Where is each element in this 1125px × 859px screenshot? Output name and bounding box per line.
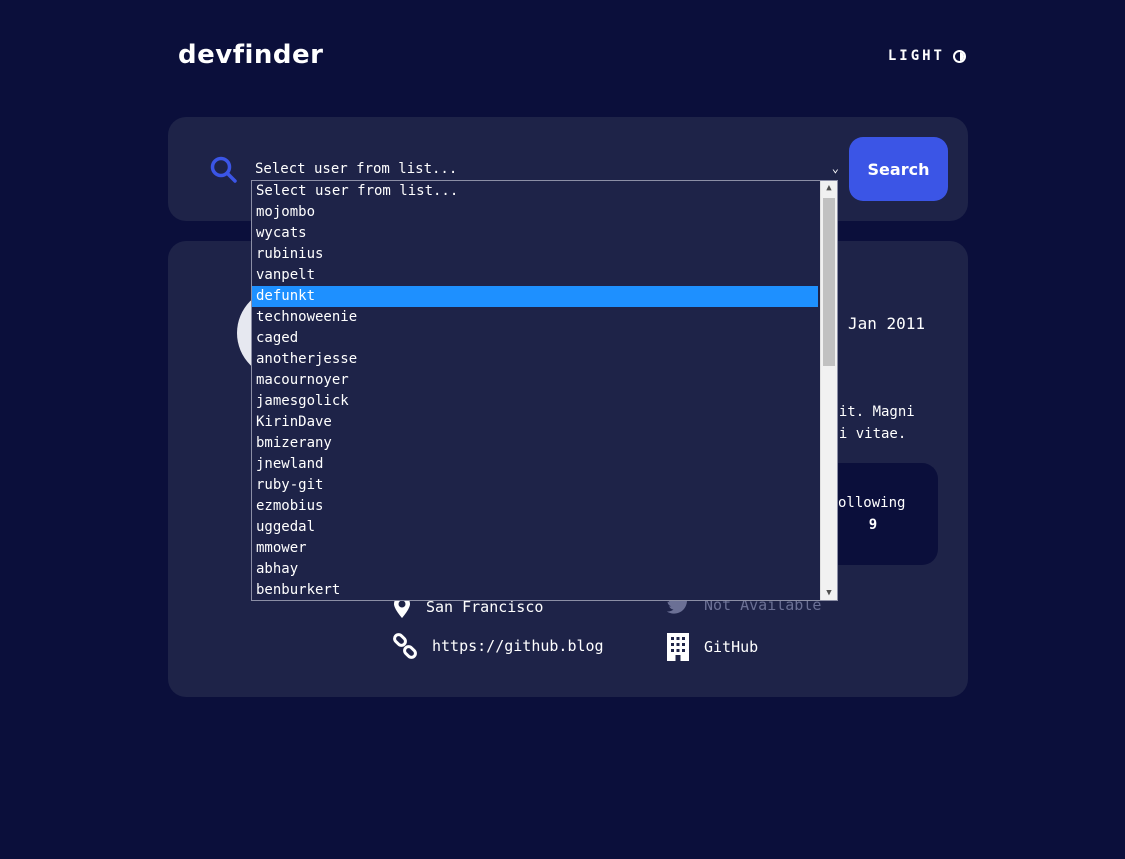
dropdown-option[interactable]: KirinDave: [252, 412, 818, 433]
company-text: GitHub: [704, 638, 759, 656]
dropdown-option[interactable]: bmizerany: [252, 433, 818, 454]
dropdown-option[interactable]: mojombo: [252, 202, 818, 223]
theme-toggle-label: LIGHT: [887, 48, 945, 64]
blog-row[interactable]: https://github.blog: [392, 633, 604, 659]
theme-toggle-button[interactable]: LIGHT: [888, 48, 966, 64]
scrollbar-thumb[interactable]: [823, 198, 835, 366]
dropdown-option[interactable]: ruby-git: [252, 475, 818, 496]
chevron-down-icon: ⌄: [831, 161, 839, 175]
dropdown-option[interactable]: jamesgolick: [252, 391, 818, 412]
dropdown-option[interactable]: abhay: [252, 559, 818, 580]
contrast-icon: [953, 49, 966, 63]
dropdown-option[interactable]: anotherjesse: [252, 349, 818, 370]
dropdown-option[interactable]: rubinius: [252, 244, 818, 265]
dropdown-option[interactable]: wycats: [252, 223, 818, 244]
dropdown-option[interactable]: caged: [252, 328, 818, 349]
following-label: ollowing: [838, 495, 906, 511]
dropdown-option[interactable]: macournoyer: [252, 370, 818, 391]
link-icon: [393, 633, 417, 659]
building-icon: [667, 633, 689, 661]
dropdown-option[interactable]: jnewland: [252, 454, 818, 475]
joined-date: Jan 2011: [848, 314, 926, 333]
user-select[interactable]: Select user from list... ⌄: [255, 159, 839, 181]
following-value: 9: [868, 517, 878, 533]
dropdown-option[interactable]: ezmobius: [252, 496, 818, 517]
dropdown-option[interactable]: technoweenie: [252, 307, 818, 328]
company-row: GitHub: [666, 633, 758, 661]
dropdown-option[interactable]: Select user from list...: [252, 181, 818, 202]
dropdown-option[interactable]: defunkt: [252, 286, 818, 307]
dropdown-option[interactable]: uggedal: [252, 517, 818, 538]
dropdown-option[interactable]: benburkert: [252, 580, 818, 600]
user-select-value: Select user from list...: [255, 161, 458, 177]
scroll-up-arrow-icon[interactable]: ▲: [821, 183, 837, 193]
scroll-down-arrow-icon[interactable]: ▼: [821, 588, 837, 598]
user-select-dropdown[interactable]: Select user from list... mojombo wycats rub…: [251, 180, 838, 601]
search-button[interactable]: Search: [849, 137, 948, 201]
blog-link[interactable]: https://github.blog: [432, 637, 604, 655]
dropdown-option[interactable]: mmower: [252, 538, 818, 559]
dropdown-option[interactable]: vanpelt: [252, 265, 818, 286]
dropdown-scrollbar[interactable]: ▲ ▼: [820, 181, 837, 600]
search-icon: [210, 156, 237, 183]
app-logo: devfinder: [178, 40, 324, 70]
dropdown-options: Select user from list... mojombo wycats rub…: [252, 181, 837, 600]
header: devfinder LIGHT: [178, 40, 968, 76]
